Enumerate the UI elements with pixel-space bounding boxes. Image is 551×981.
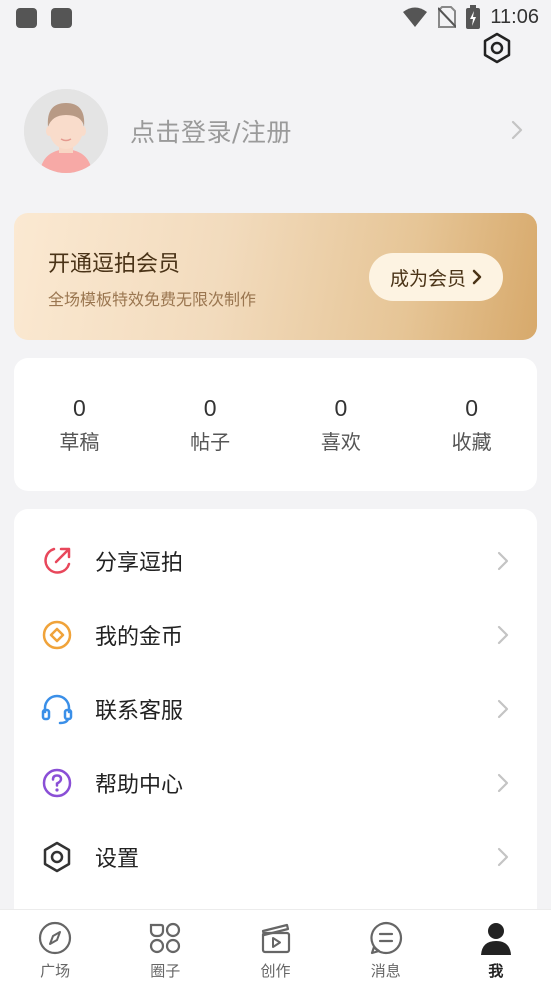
nav-messages[interactable]: 消息 — [331, 910, 441, 981]
clock: 11:06 — [490, 5, 539, 28]
stat-label: 喜欢 — [320, 430, 361, 454]
clapperboard-icon — [261, 923, 290, 954]
login-entry[interactable]: 点击登录/注册 — [24, 89, 534, 173]
menu-label: 设置 — [95, 847, 140, 872]
nav-label: 创作 — [260, 962, 291, 980]
stats-panel: 0 草稿 0 帖子 0 喜欢 0 收藏 — [14, 358, 537, 491]
vip-title: 开通逗拍会员 — [48, 252, 181, 277]
stat-value: 0 — [72, 395, 86, 421]
nav-circle[interactable]: 圈子 — [110, 910, 220, 981]
nav-me[interactable]: 我 — [441, 910, 551, 981]
nav-label: 广场 — [40, 962, 71, 980]
default-avatar-icon — [24, 89, 108, 173]
nav-label: 消息 — [370, 962, 401, 980]
vip-subtitle: 全场模板特效免费无限次制作 — [48, 290, 257, 309]
nav-label: 我 — [488, 962, 504, 980]
wifi-icon — [403, 7, 428, 27]
vip-banner[interactable]: 开通逗拍会员 全场模板特效免费无限次制作 成为会员 — [14, 213, 537, 340]
stat-label: 草稿 — [59, 430, 100, 454]
notification-icon — [16, 8, 37, 28]
avatar — [24, 89, 108, 173]
stat-favorites[interactable]: 0 收藏 — [406, 358, 537, 491]
chevron-right-icon — [497, 551, 509, 571]
become-member-label: 成为会员 — [389, 267, 466, 290]
bottom-nav: 广场 圈子 创作 消息 我 — [0, 909, 551, 981]
grid-icon — [150, 922, 181, 954]
notification-icons — [16, 8, 72, 28]
stat-value: 0 — [334, 395, 348, 421]
no-sim-icon — [438, 6, 457, 28]
chevron-right-icon — [472, 269, 482, 285]
battery-icon — [466, 5, 481, 29]
menu-label: 帮助中心 — [95, 773, 184, 798]
notification-icon — [51, 8, 72, 28]
menu-item-share[interactable]: 分享逗拍 — [14, 531, 537, 591]
status-bar: 11:06 — [0, 0, 551, 36]
gear-icon — [43, 841, 71, 873]
stat-value: 0 — [203, 395, 217, 421]
settings-icon[interactable] — [481, 32, 513, 64]
nav-label: 圈子 — [150, 962, 181, 980]
menu-item-settings[interactable]: 设置 — [14, 827, 537, 887]
login-register-text[interactable]: 点击登录/注册 — [130, 113, 292, 149]
share-icon — [44, 547, 71, 574]
coin-icon — [42, 620, 72, 650]
stat-label: 帖子 — [190, 430, 231, 454]
chevron-right-icon — [497, 625, 509, 645]
nav-create[interactable]: 创作 — [220, 910, 330, 981]
chevron-right-icon — [511, 120, 523, 140]
headset-icon — [41, 694, 73, 725]
help-icon — [42, 768, 72, 798]
menu-item-help[interactable]: 帮助中心 — [14, 753, 537, 813]
menu-item-customer-service[interactable]: 联系客服 — [14, 679, 537, 739]
menu-label: 我的金币 — [95, 625, 184, 650]
message-icon — [370, 921, 402, 955]
nav-square[interactable]: 广场 — [0, 910, 110, 981]
chevron-right-icon — [497, 847, 509, 867]
stat-drafts[interactable]: 0 草稿 — [14, 358, 145, 491]
menu-item-coins[interactable]: 我的金币 — [14, 605, 537, 665]
chevron-right-icon — [497, 699, 509, 719]
compass-icon — [38, 921, 72, 955]
stat-value: 0 — [465, 395, 479, 421]
stat-posts[interactable]: 0 帖子 — [145, 358, 276, 491]
menu-label: 联系客服 — [95, 699, 184, 724]
menu-label: 分享逗拍 — [95, 551, 184, 576]
menu-list: 分享逗拍 我的金币 联系客服 帮助中心 设置 — [14, 509, 537, 909]
chevron-right-icon — [497, 773, 509, 793]
become-member-button[interactable]: 成为会员 — [369, 253, 503, 301]
person-icon — [480, 923, 511, 955]
stat-likes[interactable]: 0 喜欢 — [276, 358, 407, 491]
stat-label: 收藏 — [451, 430, 492, 454]
